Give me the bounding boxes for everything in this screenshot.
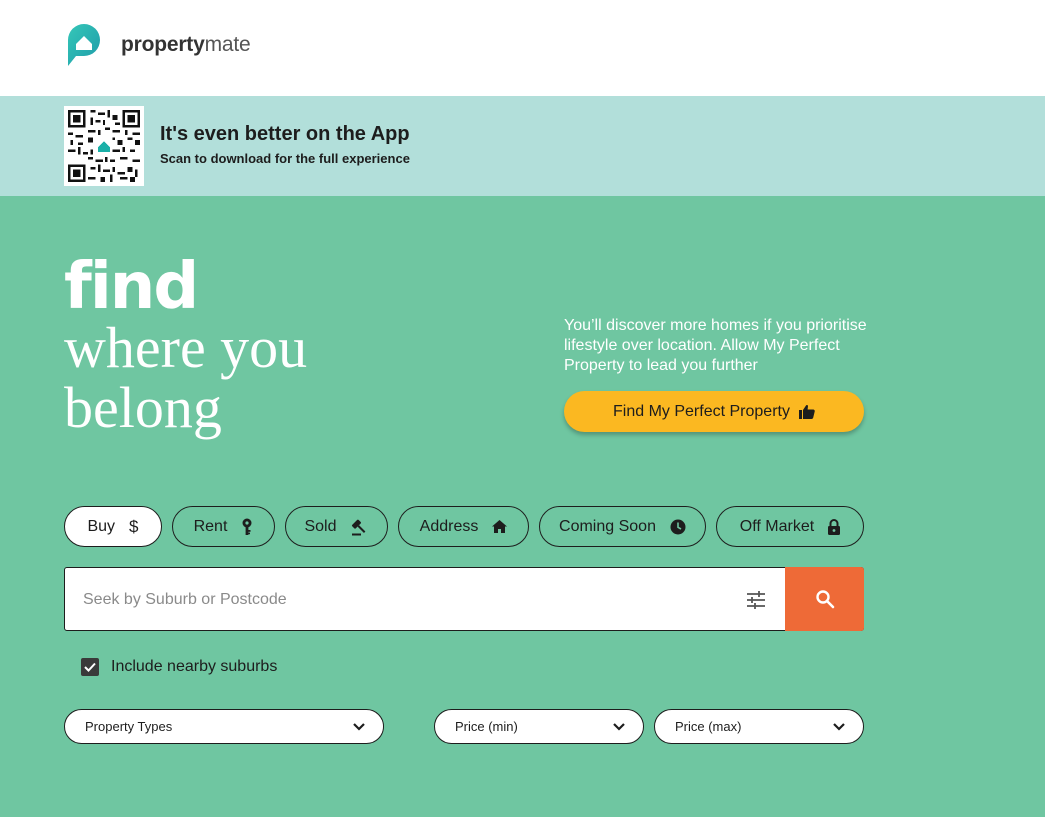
tab-rent[interactable]: Rent (172, 506, 275, 547)
hero-line-2: belong (64, 375, 222, 440)
app-download-banner: It's even better on the App Scan to down… (0, 96, 1045, 196)
logo-mark-icon (68, 24, 100, 66)
sliders-icon (747, 591, 765, 609)
gavel-icon (351, 518, 369, 536)
include-nearby-label: Include nearby suburbs (111, 658, 278, 675)
search-button[interactable] (785, 567, 864, 631)
chevron-down-icon (353, 723, 365, 731)
dollar-icon: $ (129, 516, 139, 536)
tab-off-market[interactable]: Off Market (716, 506, 864, 547)
tab-buy[interactable]: Buy $ (64, 506, 162, 547)
search-input[interactable] (83, 588, 723, 612)
qr-code-icon (64, 106, 144, 186)
search-bar (64, 567, 864, 631)
chevron-down-icon (833, 723, 845, 731)
tab-coming-soon[interactable]: Coming Soon (539, 506, 706, 547)
hero-line-1: where you (64, 315, 308, 380)
chevron-down-icon (613, 723, 625, 731)
propertymate-logo[interactable]: propertymate (64, 22, 251, 68)
cta-label: Find My Perfect Property (613, 402, 790, 420)
thumbs-up-icon (798, 404, 815, 419)
price-max-dropdown[interactable]: Price (max) (654, 709, 864, 744)
lock-icon (828, 518, 841, 535)
home-icon (492, 520, 508, 533)
app-banner-title: It's even better on the App (160, 123, 410, 145)
site-header: propertymate (0, 0, 1045, 96)
hero-find: find (64, 250, 199, 324)
tab-sold[interactable]: Sold (285, 506, 388, 547)
clock-icon (670, 519, 686, 535)
hero-blurb: You’ll discover more homes if you priori… (564, 317, 867, 374)
search-icon (815, 590, 834, 609)
find-my-perfect-property-button[interactable]: Find My Perfect Property (564, 391, 864, 432)
logo-text: propertymate (121, 33, 251, 56)
key-icon (241, 518, 253, 536)
property-types-dropdown[interactable]: Property Types (64, 709, 384, 744)
include-nearby-checkbox[interactable]: Include nearby suburbs (81, 658, 277, 676)
app-banner-subtitle: Scan to download for the full experience (160, 151, 410, 166)
checkbox-checked-icon[interactable] (81, 658, 99, 676)
filters-button[interactable] (745, 589, 767, 611)
price-min-dropdown[interactable]: Price (min) (434, 709, 644, 744)
tab-address[interactable]: Address (398, 506, 529, 547)
